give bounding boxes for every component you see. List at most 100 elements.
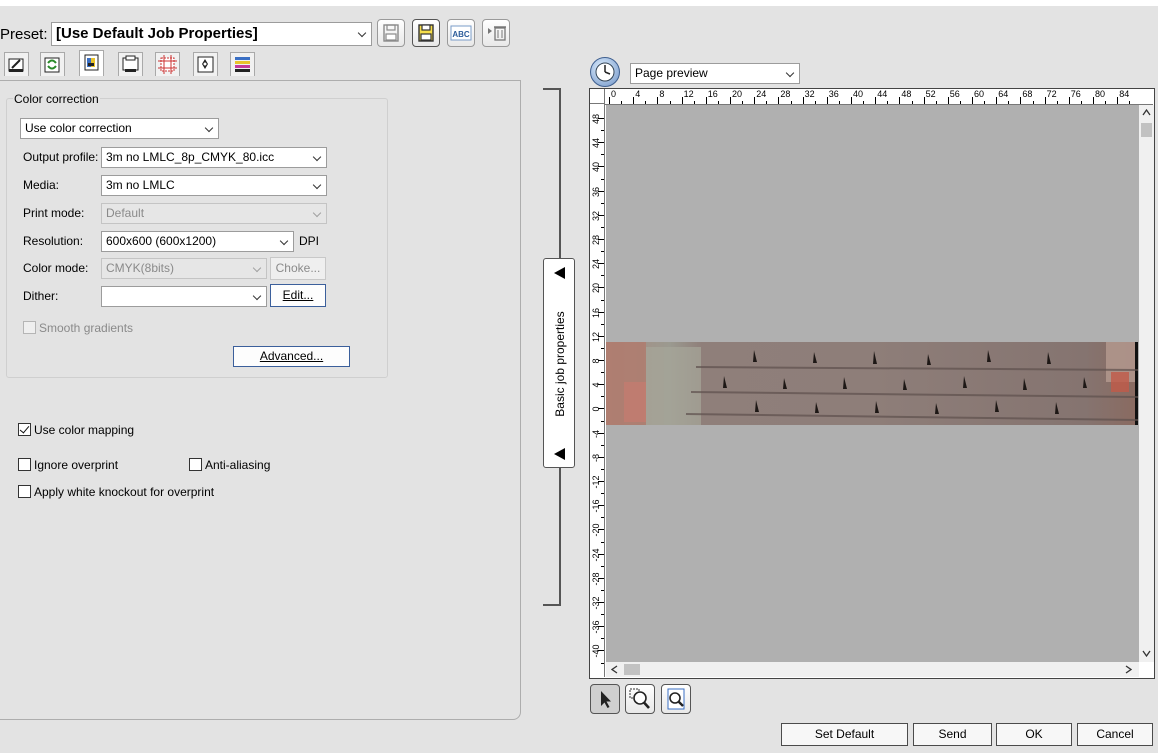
ruler-label: 80 — [1095, 89, 1106, 99]
ruler-label: 8 — [591, 358, 601, 364]
ruler-tick — [681, 97, 683, 104]
ruler-tick — [947, 97, 949, 104]
tab-color-bars[interactable] — [230, 52, 255, 76]
ruler-label: 12 — [591, 331, 601, 342]
chevron-down-icon — [357, 28, 367, 38]
print-mode-label: Print mode: — [23, 206, 85, 220]
job-image-preview — [606, 342, 1138, 425]
ruler-minor-tick — [601, 468, 604, 470]
ruler-label: 64 — [998, 89, 1009, 99]
tab-layout[interactable] — [40, 52, 65, 76]
chevron-down-icon — [252, 263, 262, 273]
color-icon — [84, 54, 99, 71]
ruler-label: 16 — [707, 89, 718, 99]
tab-media[interactable] — [118, 52, 143, 76]
ruler-label: 52 — [925, 89, 936, 99]
horizontal-ruler: 0 4 8 12 16 20 24 28 32 36 40 44 48 52 56 60 64 68 72 76 80 8… — [605, 89, 1153, 105]
tab-print-settings[interactable] — [4, 52, 29, 76]
ruler-label: 4 — [635, 89, 641, 99]
ruler-label: 28 — [780, 89, 791, 99]
chevron-down-icon — [252, 291, 262, 301]
ruler-label: -12 — [591, 475, 601, 489]
anti-aliasing-checkbox[interactable] — [189, 458, 202, 471]
send-button[interactable]: Send — [913, 723, 992, 746]
ruler-corner — [590, 89, 605, 104]
ruler-label: 84 — [1119, 89, 1130, 99]
resolution-label: Resolution: — [23, 234, 84, 248]
horizontal-scroll-thumb[interactable] — [624, 664, 640, 675]
ruler-tick — [875, 97, 877, 104]
output-profile-value: 3m no LMLC_8p_CMYK_80.icc — [106, 150, 275, 164]
ruler-minor-tick — [601, 444, 604, 446]
ruler-tick — [972, 97, 973, 104]
ruler-label: -32 — [591, 596, 601, 610]
ruler-minor-tick — [601, 202, 604, 204]
ignore-overprint-checkbox[interactable] — [18, 458, 31, 471]
tab-cut[interactable] — [193, 52, 218, 76]
preview-refresh-icon[interactable] — [590, 57, 620, 87]
ruler-label: -36 — [591, 620, 601, 634]
resolution-dropdown[interactable]: 600x600 (600x1200) — [101, 231, 294, 252]
white-knockout-checkbox[interactable] — [18, 485, 31, 498]
tab-color[interactable] — [79, 50, 104, 76]
ruler-tick — [730, 97, 731, 104]
set-default-button[interactable]: Set Default — [781, 723, 908, 746]
rename-icon[interactable]: ABC — [447, 19, 475, 47]
basic-job-properties-tab[interactable]: Basic job properties — [543, 258, 575, 468]
use-color-mapping-label[interactable]: Use color mapping — [34, 423, 134, 437]
color-mode-label: Color mode: — [23, 261, 89, 275]
scroll-up-icon[interactable] — [1142, 109, 1151, 116]
tab-marks[interactable] — [155, 52, 180, 76]
ruler-tick — [1117, 97, 1119, 104]
preview-mode-dropdown[interactable]: Page preview — [630, 63, 800, 84]
white-knockout-label[interactable]: Apply white knockout for overprint — [34, 485, 214, 499]
color-correction-value: Use color correction — [25, 121, 132, 135]
zoom-area-icon[interactable] — [625, 684, 655, 714]
ruler-tick — [1068, 97, 1070, 104]
horizontal-scrollbar[interactable] — [606, 662, 1139, 677]
print-settings-icon — [8, 58, 24, 72]
ruler-label: 8 — [659, 89, 665, 99]
scroll-left-icon[interactable] — [611, 665, 618, 674]
vertical-scroll-thumb[interactable] — [1141, 123, 1152, 137]
cancel-button[interactable]: Cancel — [1077, 723, 1153, 746]
smooth-gradients-checkbox — [23, 321, 36, 334]
scroll-down-icon[interactable] — [1142, 650, 1151, 657]
ruler-minor-tick — [601, 420, 604, 422]
color-mode-dropdown: CMYK(8bits) — [101, 258, 267, 279]
dpi-label: DPI — [299, 234, 320, 248]
edit-button-label: Edit... — [282, 288, 314, 302]
advanced-button[interactable]: Advanced... — [233, 346, 350, 367]
zoom-fit-icon[interactable] — [661, 684, 691, 714]
ruler-minor-tick — [601, 541, 604, 543]
use-color-mapping-checkbox[interactable] — [18, 423, 31, 436]
delete-icon[interactable] — [482, 19, 510, 47]
preset-value: [Use Default Job Properties] — [56, 25, 258, 42]
save-as-icon[interactable] — [412, 19, 440, 47]
media-dropdown[interactable]: 3m no LMLC — [101, 175, 327, 196]
anti-aliasing-label[interactable]: Anti-aliasing — [205, 458, 270, 472]
ruler-label: -24 — [591, 548, 601, 562]
ruler-minor-tick — [601, 565, 604, 567]
edit-button[interactable]: Edit... — [270, 284, 326, 307]
ignore-overprint-label[interactable]: Ignore overprint — [34, 458, 118, 472]
ok-button[interactable]: OK — [996, 723, 1072, 746]
ruler-label: 48 — [591, 114, 601, 125]
chevron-down-icon — [312, 208, 322, 218]
output-profile-label: Output profile: — [23, 150, 99, 164]
output-profile-dropdown[interactable]: 3m no LMLC_8p_CMYK_80.icc — [101, 147, 327, 168]
ruler-label: 76 — [1070, 89, 1081, 99]
ruler-minor-tick — [601, 589, 604, 591]
scroll-right-icon[interactable] — [1125, 665, 1132, 674]
abc-text: ABC — [452, 30, 470, 39]
ruler-label: 60 — [974, 89, 985, 99]
ruler-tick — [899, 97, 901, 104]
ruler-tick — [1020, 97, 1022, 104]
dither-dropdown[interactable] — [101, 286, 267, 307]
save-icon[interactable] — [377, 19, 405, 47]
vertical-scrollbar[interactable] — [1139, 105, 1154, 662]
select-arrow-icon[interactable] — [590, 684, 620, 714]
preset-dropdown[interactable]: [Use Default Job Properties] — [51, 22, 372, 46]
ruler-minor-tick — [601, 299, 604, 301]
color-correction-dropdown[interactable]: Use color correction — [20, 118, 219, 139]
